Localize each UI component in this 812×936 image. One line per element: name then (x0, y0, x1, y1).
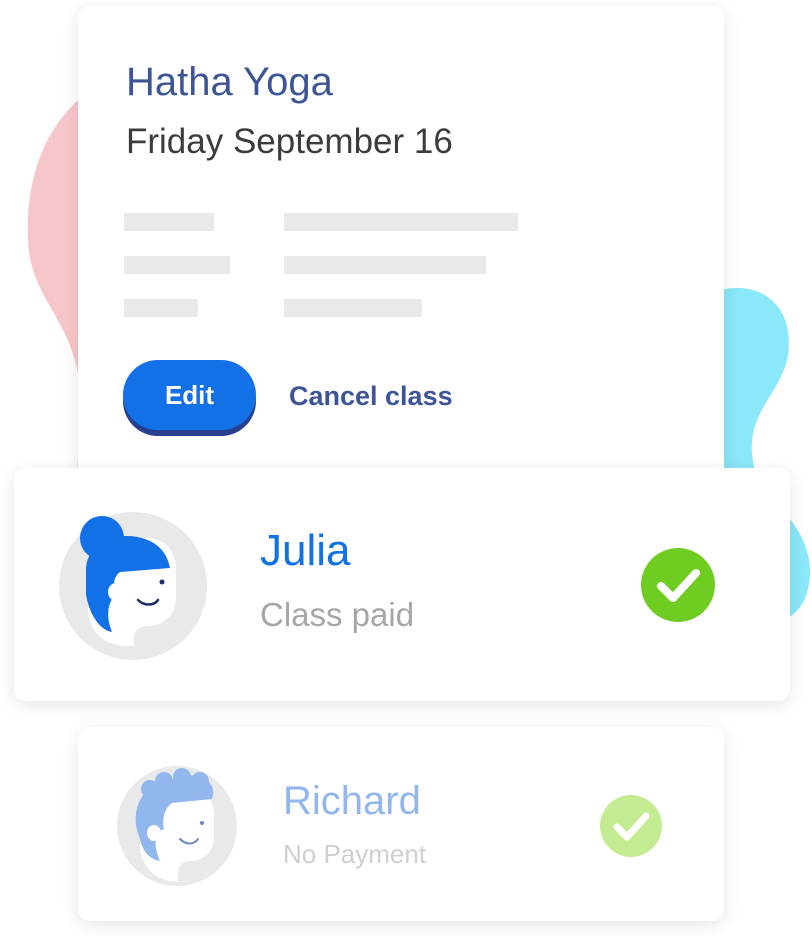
check-icon (600, 795, 662, 857)
student-name: Richard (283, 779, 421, 823)
placeholder-line (284, 299, 422, 317)
avatar (117, 766, 237, 886)
cancel-class-link[interactable]: Cancel class (289, 381, 453, 412)
placeholder-line (284, 213, 518, 231)
student-card[interactable]: Richard No Payment (78, 727, 724, 921)
placeholder-line (124, 299, 198, 317)
class-title: Hatha Yoga (126, 60, 333, 104)
payment-status: Class paid (260, 596, 415, 633)
check-icon (641, 548, 715, 622)
edit-button[interactable]: Edit (123, 360, 256, 430)
placeholder-line (124, 213, 214, 231)
avatar (59, 512, 207, 660)
placeholder-line (284, 256, 486, 274)
student-name: Julia (260, 526, 351, 575)
payment-status: No Payment (283, 839, 427, 869)
student-card[interactable]: Julia Class paid (14, 468, 790, 701)
placeholder-line (124, 256, 230, 274)
class-card: Hatha Yoga Friday September 16 Edit Canc… (78, 6, 724, 526)
class-date: Friday September 16 (126, 122, 453, 161)
